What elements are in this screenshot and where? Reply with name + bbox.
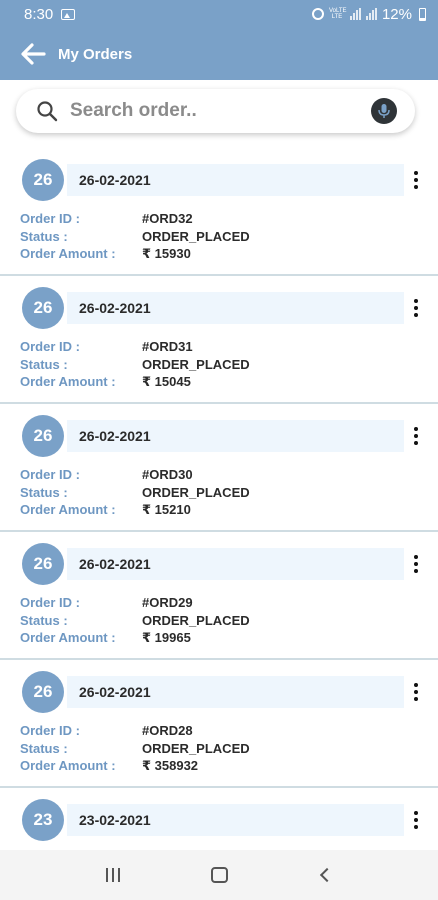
more-vertical-icon[interactable]	[406, 552, 426, 576]
status-indicators: VoLTE LTE 12%	[311, 5, 426, 23]
battery-icon	[419, 7, 426, 21]
status-label: Status :	[20, 741, 68, 756]
order-card[interactable]: 26 26-02-2021 Order ID : #ORD32 Status :O…	[0, 148, 438, 274]
network-type-label: VoLTE LTE	[328, 8, 347, 20]
amount-label: Order Amount :	[20, 630, 116, 645]
mic-icon[interactable]	[371, 98, 397, 124]
amount-row: Order Amount : ₹ 15930	[20, 245, 191, 262]
more-vertical-icon[interactable]	[406, 680, 426, 704]
status-value: ORDER_PLACED	[142, 357, 250, 372]
amount-row: Order Amount : ₹ 358932	[20, 757, 198, 774]
amount-label: Order Amount :	[20, 374, 116, 389]
search-input[interactable]	[70, 96, 371, 126]
status-row: Status : ORDER_PLACED	[20, 612, 250, 629]
status-label: Status :	[20, 357, 68, 372]
status-row: Status : ORDER_PLACED	[20, 228, 250, 245]
search-icon	[36, 100, 58, 122]
page-title: My Orders	[58, 45, 133, 63]
order-id-value: #ORD28	[142, 723, 193, 738]
order-day-badge: 26	[22, 159, 64, 201]
order-date: 26-02-2021	[67, 676, 404, 708]
more-vertical-icon[interactable]	[406, 808, 426, 832]
status-row: Status : ORDER_PLACED	[20, 356, 250, 373]
order-id-row: Order ID : #ORD31	[20, 338, 193, 355]
order-id-value: #ORD30	[142, 467, 193, 482]
status-value: ORDER_PLACED	[142, 229, 250, 244]
order-day-badge: 23	[22, 799, 64, 841]
recents-icon	[106, 868, 120, 882]
battery-percent: 12%	[381, 5, 412, 23]
amount-label: Order Amount :	[20, 246, 116, 261]
orders-list[interactable]: 26 26-02-2021 Order ID : #ORD32 Status :O…	[0, 148, 438, 850]
nav-back-button[interactable]	[305, 855, 345, 895]
amount-value: ₹ 358932	[142, 757, 199, 773]
status-value: ORDER_PLACED	[142, 741, 250, 756]
status-value: ORDER_PLACED	[142, 613, 250, 628]
order-card[interactable]: 26 26-02-2021 Order ID : #ORD30 Status :O…	[0, 404, 438, 530]
order-id-label: Order ID :	[20, 723, 80, 738]
order-id-value: #ORD29	[142, 595, 193, 610]
signal-icon-2	[365, 8, 377, 20]
amount-row: Order Amount : ₹ 19965	[20, 629, 191, 646]
alarm-icon	[311, 8, 324, 20]
signal-icon	[349, 8, 361, 20]
order-id-value: #ORD32	[142, 211, 193, 226]
order-id-label: Order ID :	[20, 595, 80, 610]
amount-row: Order Amount : ₹ 15045	[20, 373, 191, 390]
status-label: Status :	[20, 229, 68, 244]
nav-home-button[interactable]	[199, 855, 239, 895]
nav-recents-button[interactable]	[93, 855, 133, 895]
system-nav-bar	[0, 850, 438, 900]
order-id-row: Order ID : #ORD29	[20, 594, 193, 611]
order-date: 26-02-2021	[67, 548, 404, 580]
order-id-row: Order ID : #ORD32	[20, 210, 193, 227]
order-id-row: Order ID : #ORD30	[20, 466, 193, 483]
more-vertical-icon[interactable]	[406, 168, 426, 192]
back-icon	[319, 867, 335, 883]
status-label: Status :	[20, 613, 68, 628]
order-id-row: Order ID : #ORD28	[20, 722, 193, 739]
order-day-badge: 26	[22, 671, 64, 713]
amount-value: ₹ 15930	[142, 245, 191, 261]
order-date: 26-02-2021	[67, 164, 404, 196]
order-day-badge: 26	[22, 415, 64, 457]
order-day-badge: 26	[22, 287, 64, 329]
amount-label: Order Amount :	[20, 758, 116, 773]
amount-value: ₹ 15045	[142, 373, 191, 389]
order-date: 23-02-2021	[67, 804, 404, 836]
order-card[interactable]: 26 26-02-2021 Order ID : #ORD28 Status :O…	[0, 660, 438, 786]
order-id-value: #ORD31	[142, 339, 193, 354]
order-id-label: Order ID :	[20, 467, 80, 482]
order-card[interactable]: 26 26-02-2021 Order ID : #ORD29 Status :O…	[0, 532, 438, 658]
gallery-notification-icon	[61, 8, 76, 20]
order-date: 26-02-2021	[67, 420, 404, 452]
amount-value: ₹ 19965	[142, 629, 191, 645]
order-date: 26-02-2021	[67, 292, 404, 324]
order-day-badge: 26	[22, 543, 64, 585]
status-value: ORDER_PLACED	[142, 485, 250, 500]
home-icon	[210, 867, 228, 883]
more-vertical-icon[interactable]	[406, 296, 426, 320]
status-time: 8:30	[24, 5, 54, 23]
app-bar: My Orders	[0, 28, 438, 80]
amount-row: Order Amount : ₹ 15210	[20, 501, 191, 518]
status-row: Status : ORDER_PLACED	[20, 484, 250, 501]
order-card[interactable]: 26 26-02-2021 Order ID : #ORD31 Status :O…	[0, 276, 438, 402]
amount-label: Order Amount :	[20, 502, 116, 517]
status-row: Status : ORDER_PLACED	[20, 740, 250, 757]
order-card[interactable]: 23 23-02-2021	[0, 788, 438, 850]
more-vertical-icon[interactable]	[406, 424, 426, 448]
order-id-label: Order ID :	[20, 211, 80, 226]
search-bar[interactable]	[16, 89, 415, 133]
status-label: Status :	[20, 485, 68, 500]
status-bar: 8:30 VoLTE LTE 12%	[0, 0, 438, 28]
order-id-label: Order ID :	[20, 339, 80, 354]
amount-value: ₹ 15210	[142, 501, 191, 517]
back-arrow-icon[interactable]	[18, 39, 48, 69]
